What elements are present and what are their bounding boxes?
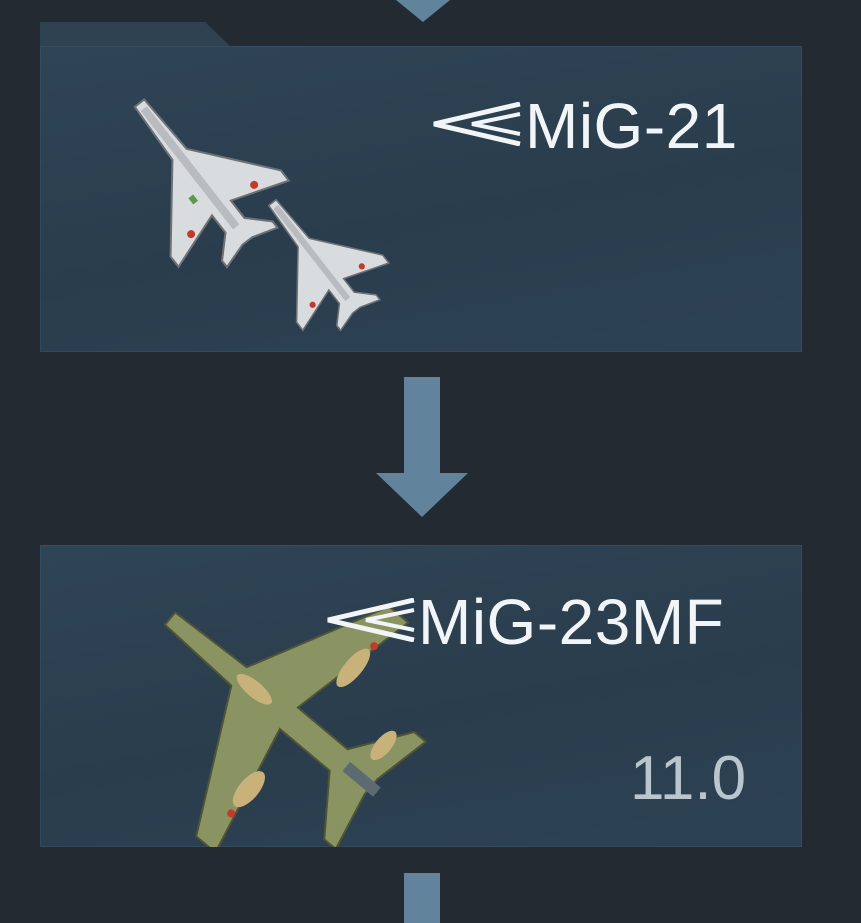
arrow-down-icon [404, 873, 440, 923]
fighter-chevron-icon [327, 598, 415, 642]
arrow-down-icon [396, 0, 450, 22]
vehicle-name: MiG-21 [525, 90, 738, 162]
mig-21-group-icon [133, 98, 390, 332]
battle-rating: 11.0 [630, 744, 747, 813]
fighter-chevron-icon [433, 102, 521, 146]
vehicle-name: MiG-23MF [418, 586, 725, 658]
arrow-down-icon [376, 377, 468, 517]
research-tree-column: MiG-21 MiG-23MF 11.0 [0, 0, 861, 923]
